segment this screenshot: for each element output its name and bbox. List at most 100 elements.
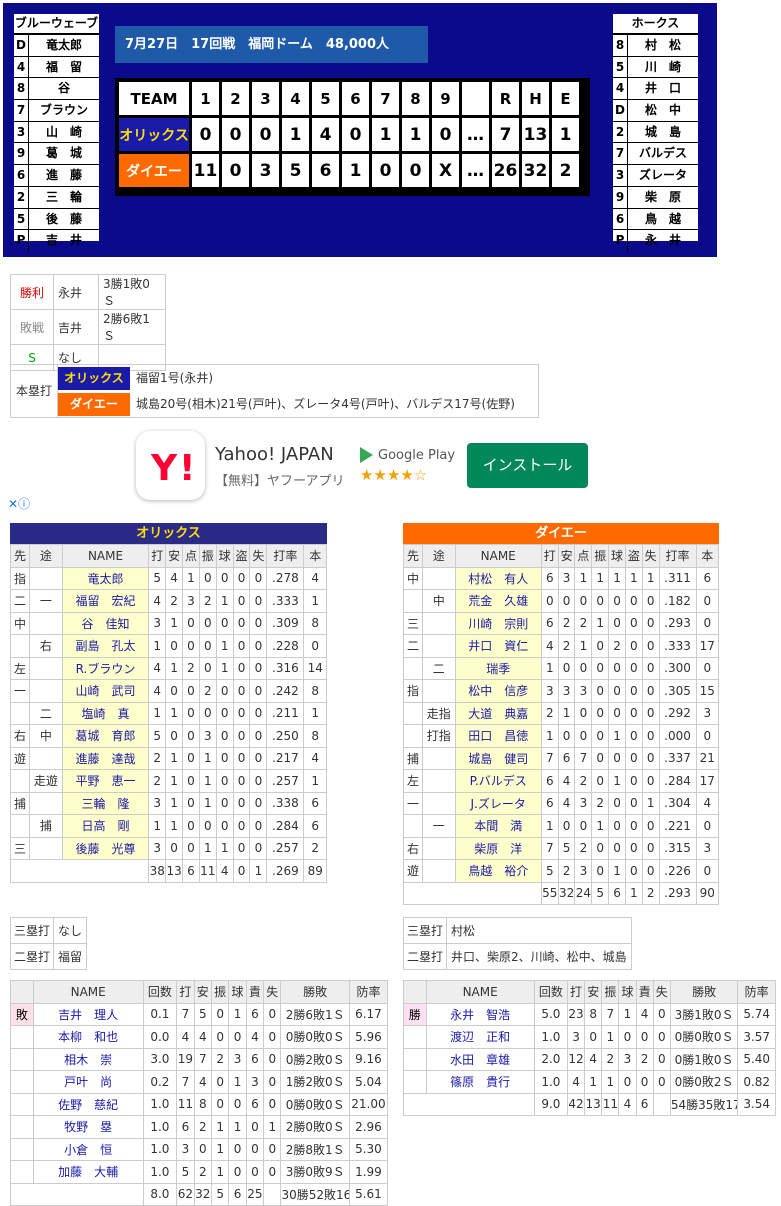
- batter-name[interactable]: 谷 佳知: [61, 611, 150, 635]
- batting-header-cell: 点: [182, 544, 200, 568]
- batting-cell: 3: [695, 836, 720, 860]
- batting-total-cell: 55: [540, 881, 559, 905]
- home-lineup-row: 5 川 崎: [613, 56, 698, 79]
- yahoo-app-icon[interactable]: Y!: [136, 431, 205, 500]
- ad-close-icon[interactable]: ✕ⓘ: [8, 495, 30, 512]
- batter-name[interactable]: 本間 満: [454, 814, 542, 838]
- pitcher-name[interactable]: 小倉 恒: [32, 1137, 144, 1161]
- result-record: 2勝6敗1Ｓ: [98, 309, 166, 345]
- batting-cell: 0: [608, 679, 626, 703]
- batter-name[interactable]: 進藤 達哉: [61, 746, 150, 770]
- batting-cell: 8: [303, 611, 327, 635]
- batter-name[interactable]: 平野 恵一: [61, 769, 150, 793]
- pitcher-name[interactable]: 本柳 和也: [32, 1025, 144, 1049]
- pitching-cell: 3勝0敗9Ｓ: [280, 1160, 350, 1184]
- batting-cell: [29, 679, 63, 703]
- pitching-cell: 0: [228, 1092, 247, 1116]
- batter-name[interactable]: 塩崎 真: [61, 701, 150, 725]
- batting-row: 一山崎 武司 4 0 0 2 0 0 0.242 8: [9, 679, 327, 703]
- batting-total-spacer: [403, 881, 542, 905]
- batter-name[interactable]: 大道 典嘉: [454, 701, 542, 725]
- batting-cell: 0: [182, 814, 200, 838]
- batting-cell: 0: [182, 746, 200, 770]
- pitcher-name[interactable]: 戸叶 尚: [32, 1070, 144, 1094]
- pitcher-name[interactable]: 相木 崇: [32, 1047, 144, 1071]
- batting-cell: 3: [148, 611, 167, 635]
- batting-cell: 0: [624, 679, 643, 703]
- batter-name[interactable]: 田口 昌徳: [454, 724, 542, 748]
- pitching-header-cell: 責: [245, 980, 265, 1004]
- ad-banner[interactable]: [0, 423, 718, 509]
- batting-cell: 0: [182, 724, 200, 748]
- pitching-cell: 3: [176, 1137, 195, 1161]
- pitching-cell: 0: [193, 1137, 212, 1161]
- batting-header-cell: 球: [215, 544, 234, 568]
- linescore-cell: 1: [342, 154, 369, 187]
- batter-name[interactable]: 鳥越 裕介: [454, 859, 542, 883]
- pitching-cell: 2勝8敗1Ｓ: [280, 1137, 350, 1161]
- batter-name[interactable]: 井口 資仁: [454, 634, 542, 658]
- batter-name[interactable]: 葛城 育郎: [61, 724, 150, 748]
- install-button[interactable]: インストール: [467, 443, 588, 488]
- batter-name[interactable]: R.ブラウン: [61, 656, 150, 680]
- batting-cell: 4: [557, 769, 576, 793]
- pitching-header-cell: 失: [263, 980, 282, 1004]
- batter-name[interactable]: 城島 健司: [454, 746, 542, 770]
- batter-name[interactable]: 荒金 久雄: [454, 589, 542, 613]
- pitcher-name[interactable]: 吉井 理人: [32, 1002, 144, 1026]
- away-lineup-row: 3 山 崎: [14, 121, 99, 144]
- batter-name[interactable]: 村松 有人: [454, 566, 542, 590]
- pitcher-name[interactable]: 佐野 慈紀: [32, 1092, 144, 1116]
- pitching-total-cell: 11: [601, 1092, 620, 1116]
- lineup-position: 5: [613, 56, 628, 78]
- pitcher-decision: [10, 1070, 34, 1094]
- lineup-player: 竜太郎: [45, 38, 82, 52]
- batter-name[interactable]: 竜太郎: [61, 566, 150, 590]
- pitcher-name[interactable]: 渡辺 正和: [425, 1025, 535, 1049]
- batting-cell: [422, 859, 456, 883]
- batting-total-cell: 4: [215, 859, 234, 883]
- batter-name[interactable]: J.ズレータ: [454, 791, 542, 815]
- pitcher-name[interactable]: 水田 章雄: [425, 1047, 535, 1071]
- batting-cell: 1: [591, 814, 610, 838]
- batting-cell: 1: [591, 566, 610, 590]
- batter-name[interactable]: 日高 剛: [61, 814, 150, 838]
- batter-name[interactable]: 福留 宏紀: [61, 589, 150, 613]
- batter-name[interactable]: 後藤 光尊: [61, 836, 150, 860]
- batting-cell: 0: [215, 679, 234, 703]
- lineup-position: 5: [14, 208, 29, 230]
- batting-cell: 0: [232, 656, 251, 680]
- pitcher-name[interactable]: 加藤 大輔: [32, 1160, 144, 1184]
- pitcher-name[interactable]: 篠原 貴行: [425, 1070, 535, 1094]
- pitcher-name[interactable]: 永井 智浩: [425, 1002, 535, 1026]
- batting-cell: .316: [266, 656, 305, 680]
- pitching-cell: 1: [228, 1002, 247, 1026]
- batting-total-cell: 38: [148, 859, 167, 883]
- batter-name[interactable]: P.バルデス: [454, 769, 542, 793]
- batter-name[interactable]: 松中 信彦: [454, 679, 542, 703]
- lineup-player: 吉 井: [45, 233, 82, 248]
- batter-name[interactable]: 川崎 宗則: [454, 611, 542, 635]
- homerun-label: 本塁打: [11, 365, 58, 417]
- pitching-cell: 1.0: [533, 1025, 568, 1049]
- pitching-cell: 0: [635, 1025, 654, 1049]
- batting-cell: 0: [198, 611, 217, 635]
- pitching-cell: 5.74: [737, 1002, 776, 1026]
- batting-cell: .226: [658, 859, 697, 883]
- batter-name[interactable]: 山崎 武司: [61, 679, 150, 703]
- pitching-total: 8.062325625 30勝52敗16Ｓ5.61: [10, 1182, 389, 1206]
- batter-name[interactable]: 副島 孔太: [61, 634, 150, 658]
- batting-row: 中荒金 久雄 0 0 0 0 0 0 0.182 0: [402, 589, 720, 613]
- pitching-cell: 5.0: [533, 1002, 568, 1026]
- batting-row: 捕三輪 隆 3 1 0 1 0 0 0.338 6: [9, 791, 327, 815]
- batter-name[interactable]: 瑞季: [454, 656, 542, 680]
- batter-name[interactable]: 柴原 洋: [454, 836, 542, 860]
- lineup-position: 7: [613, 143, 628, 165]
- linescore-cell: 0: [192, 118, 219, 151]
- lineup-position: D: [14, 35, 29, 56]
- pitcher-name[interactable]: 牧野 塁: [32, 1115, 144, 1139]
- pitching-cell: 0勝0敗0Ｓ: [280, 1025, 350, 1049]
- away-lineup-row: 8谷: [14, 78, 99, 101]
- batting-cell: 0: [641, 589, 660, 613]
- batter-name[interactable]: 三輪 隆: [61, 791, 150, 815]
